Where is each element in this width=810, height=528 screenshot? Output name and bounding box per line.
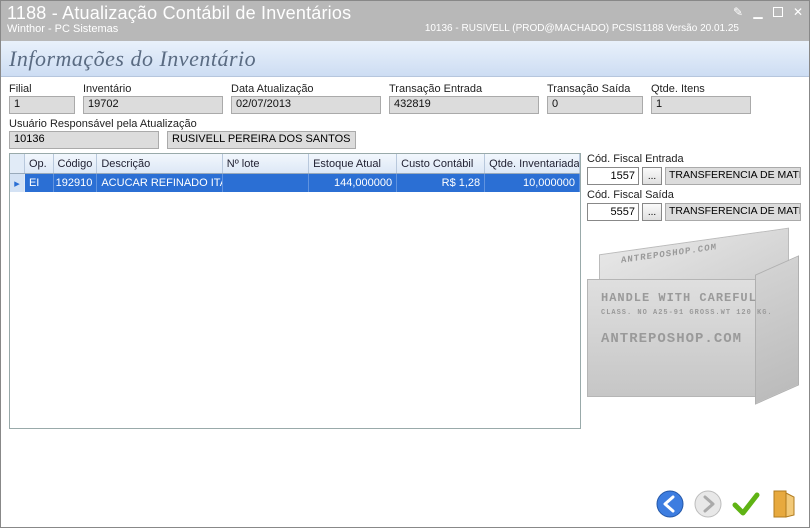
cod-fiscal-saida-desc: TRANSFERENCIA DE MATER [665, 203, 801, 221]
window-subtitle: Winthor - PC Sistemas [7, 23, 118, 35]
data-atualizacao-label: Data Atualização [231, 83, 381, 95]
cell-qtde: 10,000000 [485, 174, 580, 192]
cell-estoque: 144,000000 [309, 174, 397, 192]
cod-fiscal-entrada-lookup-button[interactable]: ... [642, 167, 662, 185]
transacao-entrada-input[interactable]: 432819 [389, 96, 539, 114]
filial-input[interactable]: 1 [9, 96, 75, 114]
cod-fiscal-entrada-desc: TRANSFERENCIA DE MATER [665, 167, 801, 185]
cell-custo: R$ 1,28 [397, 174, 485, 192]
cod-fiscal-entrada-label: Cód. Fiscal Entrada [587, 153, 801, 165]
cod-fiscal-saida-label: Cód. Fiscal Saída [587, 189, 801, 201]
grid-col-estoque[interactable]: Estoque Atual [309, 154, 397, 173]
transacao-saida-input[interactable]: 0 [547, 96, 643, 114]
inventory-grid[interactable]: Op. Código Descrição Nº lote Estoque Atu… [9, 153, 581, 429]
cod-fiscal-saida-lookup-button[interactable]: ... [642, 203, 662, 221]
inventario-input[interactable]: 19702 [83, 96, 223, 114]
qtde-itens-input[interactable]: 1 [651, 96, 751, 114]
titlebar: 1188 - Atualização Contábil de Inventári… [1, 1, 809, 41]
usuario-resp-label: Usuário Responsável pela Atualização [9, 118, 801, 130]
cell-codigo: 192910 [54, 174, 98, 192]
minimize-button[interactable]: ▁ [751, 5, 765, 19]
usuario-resp-name-input[interactable]: RUSIVELL PEREIRA DOS SANTOS [167, 131, 356, 149]
cell-descricao: ACUCAR REFINADO ITAM [97, 174, 222, 192]
grid-col-custo[interactable]: Custo Contábil [397, 154, 485, 173]
table-row[interactable]: ▸ EI 192910 ACUCAR REFINADO ITAM 144,000… [10, 174, 580, 192]
window-controls: ✎ ▁ ✕ [731, 5, 805, 19]
close-button[interactable]: ✕ [791, 5, 805, 19]
window-right-info: 10136 - RUSIVELL (PROD@MACHADO) PCSIS118… [425, 23, 739, 34]
grid-row-indicator-header [10, 154, 25, 173]
transacao-saida-label: Transação Saída [547, 83, 643, 95]
grid-header: Op. Código Descrição Nº lote Estoque Atu… [10, 154, 580, 174]
grid-col-op[interactable]: Op. [25, 154, 54, 173]
window-title: 1188 - Atualização Contábil de Inventári… [7, 3, 351, 24]
confirm-button[interactable] [730, 488, 762, 520]
grid-col-codigo[interactable]: Código [54, 154, 98, 173]
section-header: Informações do Inventário [1, 41, 809, 77]
qtde-itens-label: Qtde. Itens [651, 83, 751, 95]
grid-col-qtde[interactable]: Qtde. Inventariada [485, 154, 580, 173]
transacao-entrada-label: Transação Entrada [389, 83, 539, 95]
data-atualizacao-input[interactable]: 02/07/2013 [231, 96, 381, 114]
grid-col-lote[interactable]: Nº lote [223, 154, 309, 173]
forward-button[interactable] [692, 488, 724, 520]
inventario-label: Inventário [83, 83, 223, 95]
row-indicator-icon: ▸ [10, 174, 25, 192]
exit-button[interactable] [768, 488, 800, 520]
cod-fiscal-entrada-input[interactable] [587, 167, 639, 185]
footer-buttons [654, 488, 800, 520]
grid-col-descricao[interactable]: Descrição [97, 154, 222, 173]
edit-icon[interactable]: ✎ [731, 5, 745, 19]
cod-fiscal-saida-input[interactable] [587, 203, 639, 221]
usuario-resp-code-input[interactable]: 10136 [9, 131, 159, 149]
maximize-button[interactable] [771, 5, 785, 19]
cell-lote [223, 174, 309, 192]
cell-op: EI [25, 174, 54, 192]
back-button[interactable] [654, 488, 686, 520]
crate-image: ANTREPOSHOP.COM HANDLE WITH CAREFUL CLAS… [587, 231, 801, 407]
filial-label: Filial [9, 83, 75, 95]
